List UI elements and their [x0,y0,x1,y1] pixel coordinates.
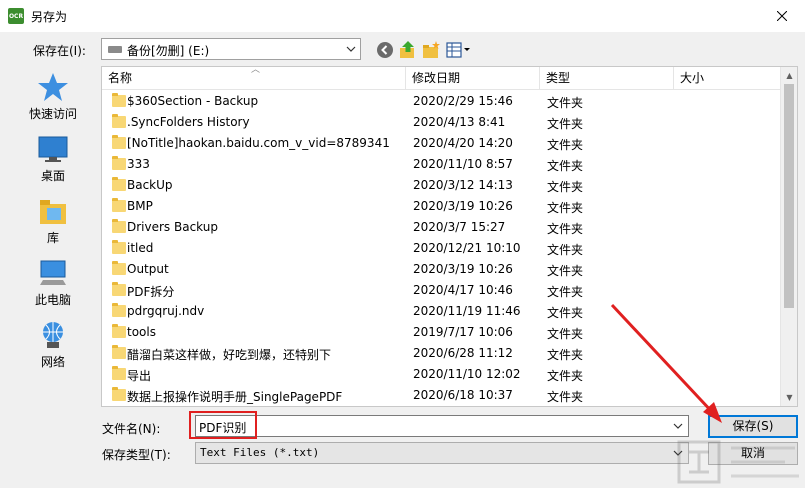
watermark-logo [677,440,799,484]
annotation-arrow [610,303,722,423]
